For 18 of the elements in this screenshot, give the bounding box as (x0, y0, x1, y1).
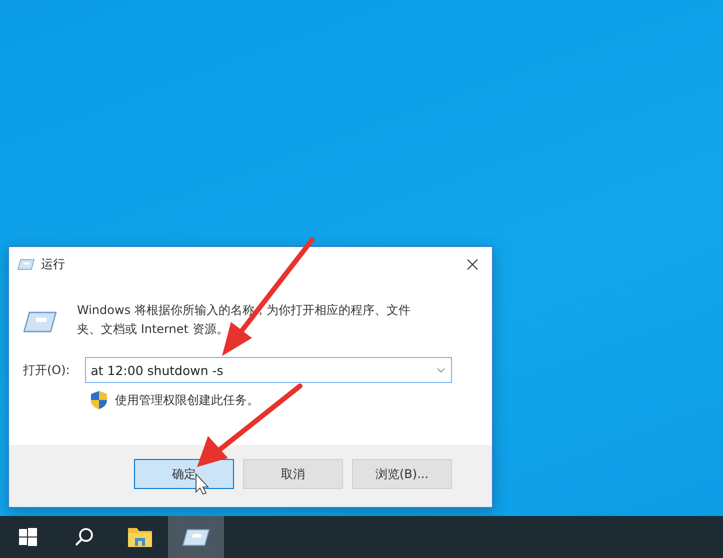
mouse-cursor-icon (196, 472, 209, 494)
shield-icon (91, 391, 107, 409)
description-text: Windows 将根据你所输入的名称，为你打开相应的程序、文件夹、文档或 Internet 资源。 (77, 302, 412, 338)
search-icon (74, 527, 94, 547)
folder-icon (127, 526, 153, 548)
dialog-button[interactable]: 浏览(B)... (352, 459, 452, 489)
dropdown-caret-icon (437, 368, 445, 373)
admin-note: 使用管理权限创建此任务。 (115, 392, 259, 408)
run-program-icon (17, 258, 35, 270)
open-label: 打开(O): (23, 362, 71, 378)
run-program-icon (182, 526, 210, 548)
command-combobox[interactable]: at 12:00 shutdown -s (84, 357, 452, 383)
windows-logo-icon (19, 528, 37, 546)
close-icon (466, 258, 478, 270)
dialog-button[interactable]: 取消 (243, 459, 343, 489)
run-program-icon (23, 309, 57, 335)
window-title: 运行 (41, 256, 66, 272)
dialog-button[interactable]: 确定 (134, 459, 234, 489)
